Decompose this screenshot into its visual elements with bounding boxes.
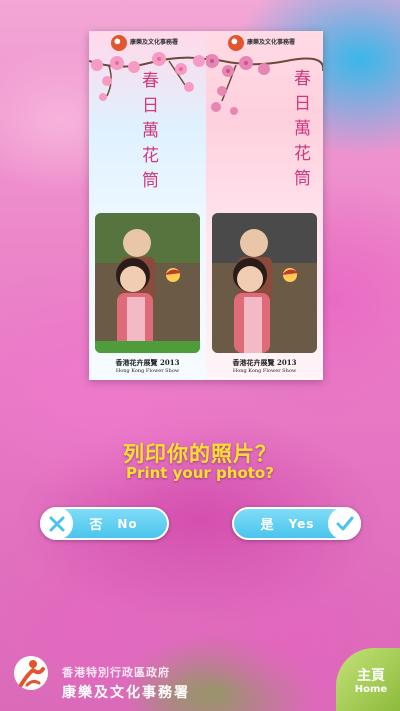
lcsd-logo-icon (14, 656, 48, 690)
no-label-zh: 否 (89, 518, 104, 533)
print-prompt-en: Print your photo? (126, 464, 274, 482)
checkmark-icon (328, 507, 361, 540)
no-label-en: No (117, 516, 138, 531)
dept-name-line1: 香港特別行政區政府 (62, 666, 170, 679)
panel-header: 康樂及文化事務署 (228, 35, 295, 51)
close-icon (40, 507, 73, 540)
footer-en: Hong Kong Flower Show (232, 368, 297, 374)
footer-zh: 香港花卉展覽 2013 (232, 358, 297, 367)
dept-name-small: 康樂及文化事務署 (130, 39, 179, 46)
event-title: 春日萬花筒 (138, 71, 158, 196)
dept-name-line2: 康樂及文化事務署 (62, 685, 190, 701)
yes-label-zh: 是 (260, 518, 275, 533)
home-label-en: Home (354, 683, 388, 695)
photo-panel-right: 康樂及文化事務署 春日萬花筒 香港花卉展覽 2013 Hong Kong Flo… (206, 31, 323, 380)
panel-header: 康樂及文化事務署 (111, 35, 178, 51)
home-button[interactable]: 主頁 Home (336, 648, 400, 711)
dept-name-small: 康樂及文化事務署 (247, 39, 296, 46)
photo-panel-left: 康樂及文化事務署 春日萬花筒 香港花卉展覽 2013 Hong Kong Flo… (89, 31, 206, 380)
photo-strip-preview: 康樂及文化事務署 春日萬花筒 香港花卉展覽 2013 Hong Kong Flo… (89, 31, 323, 380)
footer-en: Hong Kong Flower Show (115, 368, 180, 374)
yes-label-en: Yes (288, 516, 315, 531)
captured-photo (212, 213, 317, 353)
lcsd-logo-icon (111, 35, 127, 51)
home-label-zh: 主頁 (357, 667, 385, 684)
captured-photo (95, 213, 200, 353)
lcsd-logo-icon (228, 35, 244, 51)
event-title: 春日萬花筒 (290, 69, 310, 194)
no-button[interactable]: 否 No (40, 507, 169, 540)
footer-zh: 香港花卉展覽 2013 (115, 358, 180, 367)
yes-button[interactable]: 是 Yes (232, 507, 361, 540)
dept-name: 香港特別行政區政府 康樂及文化事務署 (62, 664, 190, 702)
